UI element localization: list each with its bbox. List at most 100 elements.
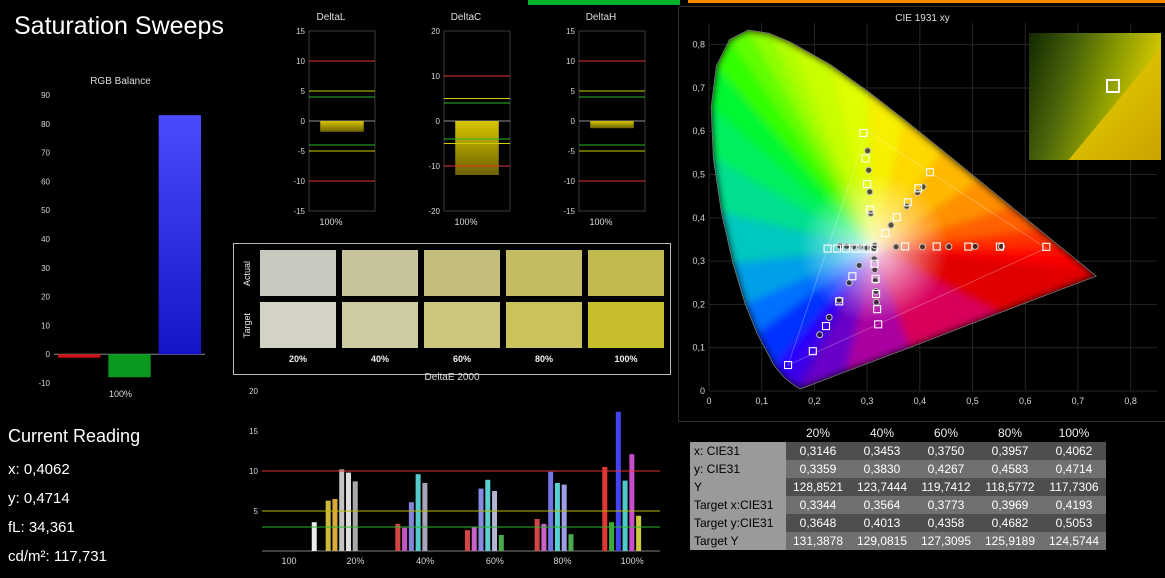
- table-cell: 0,3453: [850, 442, 914, 460]
- delta-e-bar: [415, 474, 421, 551]
- delta-e-bar: [561, 484, 567, 551]
- delta-e-bar: [332, 499, 338, 551]
- table-cell: 0,4583: [978, 460, 1042, 478]
- svg-text:-5: -5: [298, 147, 306, 156]
- delta-c-plot: 20 10 0 -10 -20: [428, 27, 511, 216]
- delta-e-bar: [622, 480, 628, 551]
- current-reading: Current Reading x: 0,4062 y: 0,4714 fL: …: [8, 426, 140, 571]
- svg-text:-15: -15: [563, 207, 575, 216]
- svg-text:50: 50: [41, 206, 50, 215]
- delta-e-bar: [629, 454, 635, 551]
- delta-h-title: DeltaH: [585, 12, 617, 23]
- table-row-label: Y: [690, 478, 786, 496]
- top-orange-strip: [688, 0, 1165, 3]
- swatch-row-label-actual: Actual: [242, 260, 252, 286]
- swatch-actual-80%: [506, 250, 582, 296]
- table-row-label: Target y:CIE31: [690, 514, 786, 532]
- delta-e-bar: [554, 483, 560, 551]
- svg-text:60%: 60%: [486, 556, 504, 566]
- table-cell: 0,3773: [914, 496, 978, 514]
- table-cell: 124,5744: [1042, 532, 1106, 550]
- delta-e-bar: [339, 469, 345, 551]
- svg-text:0,7: 0,7: [1072, 396, 1085, 406]
- svg-text:-10: -10: [293, 177, 305, 186]
- current-reading-x: x: 0,4062: [8, 461, 70, 478]
- svg-text:0,7: 0,7: [692, 83, 705, 93]
- table-row[interactable]: y: CIE31 0,3359 0,3830 0,4267 0,4583 0,4714: [690, 460, 1106, 478]
- rgb-balance-plot: 90 80 70 60 50 40 30 20 10 0 -10: [38, 91, 205, 388]
- table-cell: 123,7444: [850, 478, 914, 496]
- svg-text:5: 5: [301, 87, 306, 96]
- table-cell: 0,3750: [914, 442, 978, 460]
- table-row[interactable]: Target Y 131,3878 129,0815 127,3095 125,9189…: [690, 532, 1106, 550]
- delta-e-bar: [636, 515, 642, 551]
- cie-inset-target-marker: [1105, 78, 1120, 93]
- table-corner-cell: [690, 424, 786, 442]
- delta-e-title: DeltaE 2000: [424, 372, 480, 383]
- svg-text:15: 15: [566, 27, 575, 36]
- swatch-col-label: 100%: [614, 354, 638, 364]
- svg-text:0,8: 0,8: [1124, 396, 1137, 406]
- swatch-col-label: 20%: [288, 354, 307, 364]
- delta-l-title: DeltaL: [316, 12, 346, 23]
- table-row[interactable]: Target x:CIE31 0,3344 0,3564 0,3773 0,3969 0,…: [690, 496, 1106, 514]
- deltaL-bar: [320, 121, 364, 132]
- rgb-balance-xlabel: 100%: [108, 389, 133, 399]
- table-row-label: y: CIE31: [690, 460, 786, 478]
- table-cell: 129,0815: [850, 532, 914, 550]
- rgb-bar-green: [108, 354, 151, 378]
- table-cell: 0,4062: [1042, 442, 1106, 460]
- table-row[interactable]: Y 128,8521 123,7444 119,7412 118,5772 117,730…: [690, 478, 1106, 496]
- delta-l-xlabel: 100%: [319, 217, 343, 227]
- swatch-col-label: 60%: [452, 354, 471, 364]
- table-cell: 0,4682: [978, 514, 1042, 532]
- delta-l-plot: 15 10 5 0 -5 -10 -15: [293, 27, 376, 216]
- table-cell: 0,3957: [978, 442, 1042, 460]
- cie-title: CIE 1931 xy: [895, 13, 950, 24]
- delta-e-bar: [402, 527, 408, 551]
- swatch-actual-20%: [260, 250, 336, 296]
- current-reading-cdm2: cd/m²: 117,731: [8, 548, 107, 565]
- svg-text:0,5: 0,5: [966, 396, 979, 406]
- rgb-balance-title: RGB Balance: [90, 76, 151, 87]
- delta-e-bar: [478, 488, 484, 551]
- delta-h-plot: 15 10 5 0 -5 -10 -15: [563, 27, 646, 216]
- svg-text:-10: -10: [38, 379, 50, 388]
- table-cell: 0,4193: [1042, 496, 1106, 514]
- cie-inset: [1029, 33, 1161, 160]
- table-column-header: 60%: [933, 426, 959, 440]
- svg-text:0: 0: [46, 350, 51, 359]
- delta-e-plot: 20 15 10 5 100 20% 40% 60% 80% 100%: [249, 387, 660, 566]
- delta-e-bar: [492, 491, 498, 551]
- svg-text:0,4: 0,4: [692, 213, 705, 223]
- table-cell: 0,4358: [914, 514, 978, 532]
- svg-text:80: 80: [41, 120, 50, 129]
- svg-text:15: 15: [296, 27, 305, 36]
- table-row[interactable]: Target y:CIE31 0,3648 0,4013 0,4358 0,4682 0,…: [690, 514, 1106, 532]
- current-reading-fl: fL: 34,361: [8, 519, 75, 536]
- delta-e-bar: [395, 523, 401, 551]
- table-cell: 117,7306: [1042, 478, 1106, 496]
- table-cell: 119,7412: [914, 478, 978, 496]
- svg-text:20: 20: [41, 293, 50, 302]
- table-column-header: 100%: [1058, 426, 1090, 440]
- delta-e-bar: [568, 534, 574, 551]
- delta-e-bar: [615, 411, 621, 551]
- table-cell: 128,8521: [786, 478, 850, 496]
- table-cell: 0,4013: [850, 514, 914, 532]
- table-row[interactable]: x: CIE31 0,3146 0,3453 0,3750 0,3957 0,4062: [690, 442, 1106, 460]
- svg-text:0,1: 0,1: [755, 396, 768, 406]
- table-column-header: 80%: [997, 426, 1023, 440]
- svg-text:-10: -10: [428, 162, 440, 171]
- svg-text:80%: 80%: [553, 556, 571, 566]
- delta-e-bar: [534, 519, 540, 551]
- svg-text:100: 100: [282, 556, 297, 566]
- svg-text:40%: 40%: [416, 556, 434, 566]
- svg-text:0,6: 0,6: [1019, 396, 1032, 406]
- svg-text:15: 15: [249, 427, 258, 436]
- table-row-label: x: CIE31: [690, 442, 786, 460]
- top-green-strip: [528, 0, 680, 5]
- svg-text:0: 0: [571, 117, 576, 126]
- table-cell: 0,3830: [850, 460, 914, 478]
- delta-e-bar: [602, 467, 608, 551]
